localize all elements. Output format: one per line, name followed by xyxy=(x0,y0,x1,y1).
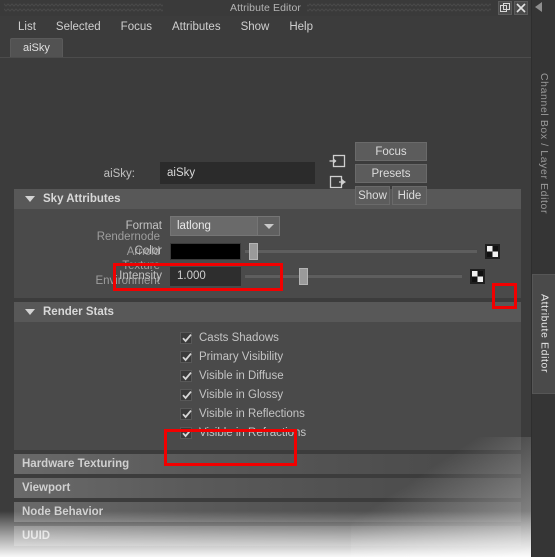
attribute-editor-window: Attribute Editor List Selected Focus Att… xyxy=(0,0,555,557)
titlebar-drag-handle-left xyxy=(4,3,163,12)
save-attributes-icon[interactable] xyxy=(329,175,346,189)
node-behavior-header[interactable]: Node Behavior xyxy=(14,502,521,522)
checkbox-visible-in-diffuse[interactable] xyxy=(180,369,192,382)
focus-button[interactable]: Focus xyxy=(355,142,427,161)
format-value: latlong xyxy=(177,220,211,232)
check-icon xyxy=(182,428,192,437)
node-name-label: aiSky: xyxy=(103,168,135,180)
color-slider-handle[interactable] xyxy=(249,242,258,260)
node-name-row xyxy=(0,59,531,131)
intensity-slider[interactable] xyxy=(245,267,462,286)
sky-attributes-frame: Sky Attributes Format latlong Color Inte… xyxy=(14,189,521,298)
render-stats-title: Render Stats xyxy=(43,306,114,318)
viewport-title: Viewport xyxy=(22,482,71,494)
check-icon xyxy=(182,409,192,418)
hide-button[interactable]: Hide xyxy=(392,186,427,205)
node-tab-aisky[interactable]: aiSky xyxy=(10,38,63,57)
checkbox-visible-in-reflections[interactable] xyxy=(180,407,192,420)
check-icon xyxy=(182,333,192,342)
color-slider[interactable] xyxy=(245,242,477,261)
intensity-slider-track xyxy=(245,274,462,278)
format-row: Format latlong xyxy=(14,215,521,237)
checkbox-label-primary-visibility: Primary Visibility xyxy=(199,350,284,363)
check-icon xyxy=(182,352,192,361)
rail-tab-attribute-editor[interactable]: Attribute Editor xyxy=(532,274,555,394)
color-label: Color xyxy=(134,245,162,257)
check-icon xyxy=(182,371,192,380)
color-slider-track xyxy=(245,249,477,253)
chevron-down-icon xyxy=(257,217,279,235)
color-row: Color xyxy=(14,240,521,262)
checkbox-row-primary-visibility[interactable]: Primary Visibility xyxy=(14,347,521,366)
checkbox-label-visible-in-glossy: Visible in Glossy xyxy=(199,388,284,401)
hardware-texturing-header[interactable]: Hardware Texturing xyxy=(14,454,521,474)
menu-help[interactable]: Help xyxy=(279,19,323,35)
render-stats-frame: Render Stats Casts Shadows Primary Visib… xyxy=(14,302,521,450)
intensity-slider-handle[interactable] xyxy=(299,267,308,285)
uuid-header[interactable]: UUID xyxy=(14,526,521,546)
format-dropdown[interactable]: latlong xyxy=(170,216,280,236)
uuid-title: UUID xyxy=(22,530,51,542)
editor-body: aiSky: Focus Presets Show Hide Rendernod… xyxy=(0,58,531,557)
checkbox-row-visible-in-reflections[interactable]: Visible in Reflections xyxy=(14,404,521,423)
render-stats-body: Casts Shadows Primary Visibility Visible… xyxy=(14,322,521,450)
render-stats-header[interactable]: Render Stats xyxy=(14,302,521,322)
window-titlebar: Attribute Editor xyxy=(0,0,531,16)
menu-show[interactable]: Show xyxy=(231,19,280,35)
rail-tab-channel-box[interactable]: Channel Box / Layer Editor xyxy=(532,14,555,274)
format-label: Format xyxy=(125,220,162,232)
intensity-row: Intensity xyxy=(14,265,521,287)
collapse-rail-icon[interactable] xyxy=(535,2,542,12)
sky-attributes-body: Format latlong Color Intensity 1.000 xyxy=(14,209,521,298)
show-button[interactable]: Show xyxy=(355,186,390,205)
color-map-button[interactable] xyxy=(485,243,500,259)
close-button[interactable] xyxy=(514,1,528,15)
presets-button[interactable]: Presets xyxy=(355,164,427,183)
node-behavior-title: Node Behavior xyxy=(22,506,104,518)
chevron-down-icon xyxy=(25,309,35,315)
checkbox-visible-in-refractions[interactable] xyxy=(180,426,192,439)
menu-list[interactable]: List xyxy=(8,19,46,35)
check-icon xyxy=(182,390,192,399)
checkbox-row-visible-in-refractions[interactable]: Visible in Refractions xyxy=(14,423,521,442)
chevron-down-icon xyxy=(25,196,35,202)
intensity-input[interactable] xyxy=(170,266,241,286)
undock-icon xyxy=(500,3,510,12)
editor-panel: Attribute Editor List Selected Focus Att… xyxy=(0,0,531,557)
menu-selected[interactable]: Selected xyxy=(46,19,111,35)
viewport-header[interactable]: Viewport xyxy=(14,478,521,498)
checkbox-label-casts-shadows: Casts Shadows xyxy=(199,331,279,344)
undock-button[interactable] xyxy=(498,1,512,15)
checkbox-row-visible-in-glossy[interactable]: Visible in Glossy xyxy=(14,385,521,404)
hardware-texturing-title: Hardware Texturing xyxy=(22,458,130,470)
intensity-map-button[interactable] xyxy=(470,268,485,284)
checkbox-label-visible-in-diffuse: Visible in Diffuse xyxy=(199,369,284,382)
load-attributes-icon[interactable] xyxy=(329,154,346,168)
color-swatch[interactable] xyxy=(170,242,241,260)
menubar: List Selected Focus Attributes Show Help xyxy=(0,16,531,38)
checkbox-label-visible-in-reflections: Visible in Reflections xyxy=(199,407,305,420)
sky-attributes-header[interactable]: Sky Attributes xyxy=(14,189,521,209)
menu-focus[interactable]: Focus xyxy=(111,19,162,35)
checkbox-row-visible-in-diffuse[interactable]: Visible in Diffuse xyxy=(14,366,521,385)
checkbox-primary-visibility[interactable] xyxy=(180,350,192,363)
window-title: Attribute Editor xyxy=(223,2,308,14)
right-tab-rail: Channel Box / Layer Editor Attribute Edi… xyxy=(531,0,555,557)
titlebar-drag-handle-right xyxy=(282,3,491,12)
intensity-label: Intensity xyxy=(119,270,162,282)
window-controls xyxy=(498,1,528,15)
node-name-input[interactable] xyxy=(160,162,315,184)
close-icon xyxy=(516,3,526,13)
checkbox-visible-in-glossy[interactable] xyxy=(180,388,192,401)
node-tab-strip: aiSky xyxy=(0,38,531,58)
checkbox-casts-shadows[interactable] xyxy=(180,331,192,344)
checkbox-row-casts-shadows[interactable]: Casts Shadows xyxy=(14,328,521,347)
sky-attributes-title: Sky Attributes xyxy=(43,193,121,205)
checkbox-label-visible-in-refractions: Visible in Refractions xyxy=(199,426,307,439)
menu-attributes[interactable]: Attributes xyxy=(162,19,231,35)
